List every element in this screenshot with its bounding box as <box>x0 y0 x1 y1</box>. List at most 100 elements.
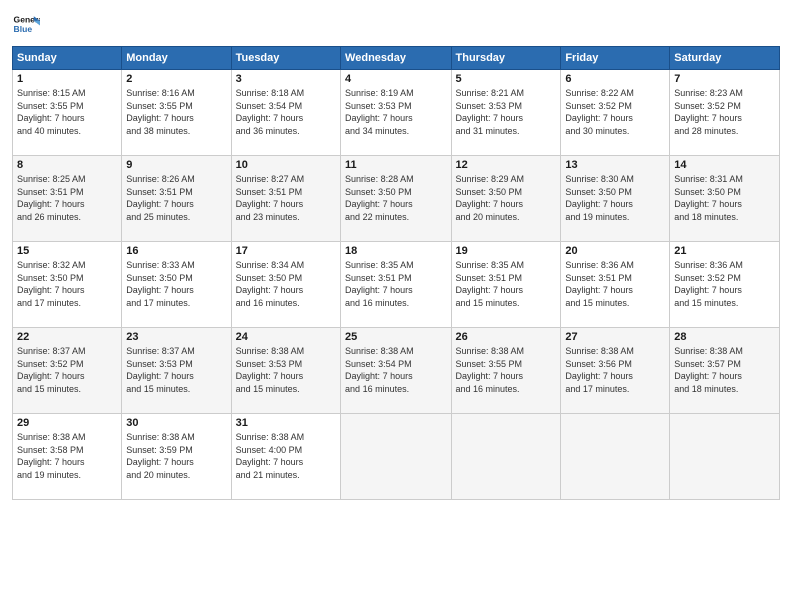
svg-text:Blue: Blue <box>14 24 33 34</box>
weekday-header-saturday: Saturday <box>670 47 780 70</box>
day-number: 17 <box>236 245 336 257</box>
calendar-week-5: 29Sunrise: 8:38 AMSunset: 3:58 PMDayligh… <box>13 414 780 500</box>
day-info: Sunrise: 8:38 AMSunset: 3:55 PMDaylight:… <box>456 345 557 395</box>
calendar-cell: 29Sunrise: 8:38 AMSunset: 3:58 PMDayligh… <box>13 414 122 500</box>
day-number: 15 <box>17 245 117 257</box>
day-number: 5 <box>456 73 557 85</box>
day-number: 10 <box>236 159 336 171</box>
day-info: Sunrise: 8:37 AMSunset: 3:53 PMDaylight:… <box>126 345 226 395</box>
day-info: Sunrise: 8:33 AMSunset: 3:50 PMDaylight:… <box>126 259 226 309</box>
day-info: Sunrise: 8:25 AMSunset: 3:51 PMDaylight:… <box>17 173 117 223</box>
day-info: Sunrise: 8:36 AMSunset: 3:51 PMDaylight:… <box>565 259 665 309</box>
weekday-header-wednesday: Wednesday <box>341 47 451 70</box>
day-number: 19 <box>456 245 557 257</box>
logo: General Blue <box>12 10 40 38</box>
day-number: 27 <box>565 331 665 343</box>
day-info: Sunrise: 8:23 AMSunset: 3:52 PMDaylight:… <box>674 87 775 137</box>
calendar-cell: 10 Sunrise: 8:27 AMSunset: 3:51 PMDayligh… <box>231 156 340 242</box>
calendar-cell: 7 Sunrise: 8:23 AMSunset: 3:52 PMDaylight… <box>670 70 780 156</box>
day-number: 6 <box>565 73 665 85</box>
calendar-week-1: 1Sunrise: 8:15 AMSunset: 3:55 PMDaylight… <box>13 70 780 156</box>
weekday-header-thursday: Thursday <box>451 47 561 70</box>
weekday-header-sunday: Sunday <box>13 47 122 70</box>
calendar-cell: 17 Sunrise: 8:34 AMSunset: 3:50 PMDayligh… <box>231 242 340 328</box>
calendar-cell: 26Sunrise: 8:38 AMSunset: 3:55 PMDayligh… <box>451 328 561 414</box>
calendar-cell: 28 Sunrise: 8:38 AMSunset: 3:57 PMDayligh… <box>670 328 780 414</box>
day-number: 14 <box>674 159 775 171</box>
day-number: 22 <box>17 331 117 343</box>
calendar-week-3: 15 Sunrise: 8:32 AMSunset: 3:50 PMDayligh… <box>13 242 780 328</box>
calendar-week-2: 8 Sunrise: 8:25 AMSunset: 3:51 PMDaylight… <box>13 156 780 242</box>
day-info: Sunrise: 8:34 AMSunset: 3:50 PMDaylight:… <box>236 259 336 309</box>
day-number: 18 <box>345 245 446 257</box>
day-number: 24 <box>236 331 336 343</box>
calendar-cell: 11 Sunrise: 8:28 AMSunset: 3:50 PMDayligh… <box>341 156 451 242</box>
day-number: 28 <box>674 331 775 343</box>
calendar-cell <box>670 414 780 500</box>
day-number: 30 <box>126 417 226 429</box>
calendar-table: SundayMondayTuesdayWednesdayThursdayFrid… <box>12 46 780 500</box>
day-number: 3 <box>236 73 336 85</box>
day-info: Sunrise: 8:19 AMSunset: 3:53 PMDaylight:… <box>345 87 446 137</box>
calendar-cell: 8 Sunrise: 8:25 AMSunset: 3:51 PMDaylight… <box>13 156 122 242</box>
day-number: 4 <box>345 73 446 85</box>
calendar-cell: 16 Sunrise: 8:33 AMSunset: 3:50 PMDayligh… <box>122 242 231 328</box>
day-info: Sunrise: 8:28 AMSunset: 3:50 PMDaylight:… <box>345 173 446 223</box>
calendar-header-row: SundayMondayTuesdayWednesdayThursdayFrid… <box>13 47 780 70</box>
calendar-cell: 18 Sunrise: 8:35 AMSunset: 3:51 PMDayligh… <box>341 242 451 328</box>
calendar-cell <box>341 414 451 500</box>
calendar-week-4: 22 Sunrise: 8:37 AMSunset: 3:52 PMDayligh… <box>13 328 780 414</box>
day-number: 11 <box>345 159 446 171</box>
day-info: Sunrise: 8:35 AMSunset: 3:51 PMDaylight:… <box>345 259 446 309</box>
day-number: 25 <box>345 331 446 343</box>
day-info: Sunrise: 8:38 AMSunset: 4:00 PMDaylight:… <box>236 431 336 481</box>
calendar-cell: 4 Sunrise: 8:19 AMSunset: 3:53 PMDaylight… <box>341 70 451 156</box>
calendar-cell: 5 Sunrise: 8:21 AMSunset: 3:53 PMDaylight… <box>451 70 561 156</box>
day-info: Sunrise: 8:36 AMSunset: 3:52 PMDaylight:… <box>674 259 775 309</box>
calendar-cell: 6 Sunrise: 8:22 AMSunset: 3:52 PMDaylight… <box>561 70 670 156</box>
logo-icon: General Blue <box>12 10 40 38</box>
calendar-cell: 25 Sunrise: 8:38 AMSunset: 3:54 PMDayligh… <box>341 328 451 414</box>
calendar-cell: 12 Sunrise: 8:29 AMSunset: 3:50 PMDayligh… <box>451 156 561 242</box>
day-info: Sunrise: 8:35 AMSunset: 3:51 PMDaylight:… <box>456 259 557 309</box>
day-number: 12 <box>456 159 557 171</box>
calendar-cell: 21 Sunrise: 8:36 AMSunset: 3:52 PMDayligh… <box>670 242 780 328</box>
day-info: Sunrise: 8:27 AMSunset: 3:51 PMDaylight:… <box>236 173 336 223</box>
day-number: 13 <box>565 159 665 171</box>
day-info: Sunrise: 8:32 AMSunset: 3:50 PMDaylight:… <box>17 259 117 309</box>
calendar-cell: 14 Sunrise: 8:31 AMSunset: 3:50 PMDayligh… <box>670 156 780 242</box>
day-number: 16 <box>126 245 226 257</box>
day-number: 7 <box>674 73 775 85</box>
day-number: 20 <box>565 245 665 257</box>
day-number: 23 <box>126 331 226 343</box>
day-info: Sunrise: 8:26 AMSunset: 3:51 PMDaylight:… <box>126 173 226 223</box>
day-number: 2 <box>126 73 226 85</box>
day-info: Sunrise: 8:31 AMSunset: 3:50 PMDaylight:… <box>674 173 775 223</box>
calendar-cell: 31 Sunrise: 8:38 AMSunset: 4:00 PMDayligh… <box>231 414 340 500</box>
day-info: Sunrise: 8:16 AMSunset: 3:55 PMDaylight:… <box>126 87 226 137</box>
day-info: Sunrise: 8:38 AMSunset: 3:58 PMDaylight:… <box>17 431 117 481</box>
day-info: Sunrise: 8:38 AMSunset: 3:54 PMDaylight:… <box>345 345 446 395</box>
calendar-cell: 22 Sunrise: 8:37 AMSunset: 3:52 PMDayligh… <box>13 328 122 414</box>
day-number: 8 <box>17 159 117 171</box>
weekday-header-tuesday: Tuesday <box>231 47 340 70</box>
calendar-cell: 9 Sunrise: 8:26 AMSunset: 3:51 PMDaylight… <box>122 156 231 242</box>
day-info: Sunrise: 8:21 AMSunset: 3:53 PMDaylight:… <box>456 87 557 137</box>
day-info: Sunrise: 8:29 AMSunset: 3:50 PMDaylight:… <box>456 173 557 223</box>
calendar-cell: 27 Sunrise: 8:38 AMSunset: 3:56 PMDayligh… <box>561 328 670 414</box>
calendar-cell: 2 Sunrise: 8:16 AMSunset: 3:55 PMDaylight… <box>122 70 231 156</box>
calendar-cell: 23 Sunrise: 8:37 AMSunset: 3:53 PMDayligh… <box>122 328 231 414</box>
calendar-cell: 3Sunrise: 8:18 AMSunset: 3:54 PMDaylight… <box>231 70 340 156</box>
calendar-cell: 19 Sunrise: 8:35 AMSunset: 3:51 PMDayligh… <box>451 242 561 328</box>
calendar-cell: 1Sunrise: 8:15 AMSunset: 3:55 PMDaylight… <box>13 70 122 156</box>
day-info: Sunrise: 8:38 AMSunset: 3:57 PMDaylight:… <box>674 345 775 395</box>
day-number: 21 <box>674 245 775 257</box>
day-number: 1 <box>17 73 117 85</box>
calendar-cell: 24Sunrise: 8:38 AMSunset: 3:53 PMDayligh… <box>231 328 340 414</box>
day-info: Sunrise: 8:37 AMSunset: 3:52 PMDaylight:… <box>17 345 117 395</box>
day-number: 9 <box>126 159 226 171</box>
day-info: Sunrise: 8:38 AMSunset: 3:56 PMDaylight:… <box>565 345 665 395</box>
day-info: Sunrise: 8:22 AMSunset: 3:52 PMDaylight:… <box>565 87 665 137</box>
page-header: General Blue <box>12 10 780 38</box>
day-number: 31 <box>236 417 336 429</box>
